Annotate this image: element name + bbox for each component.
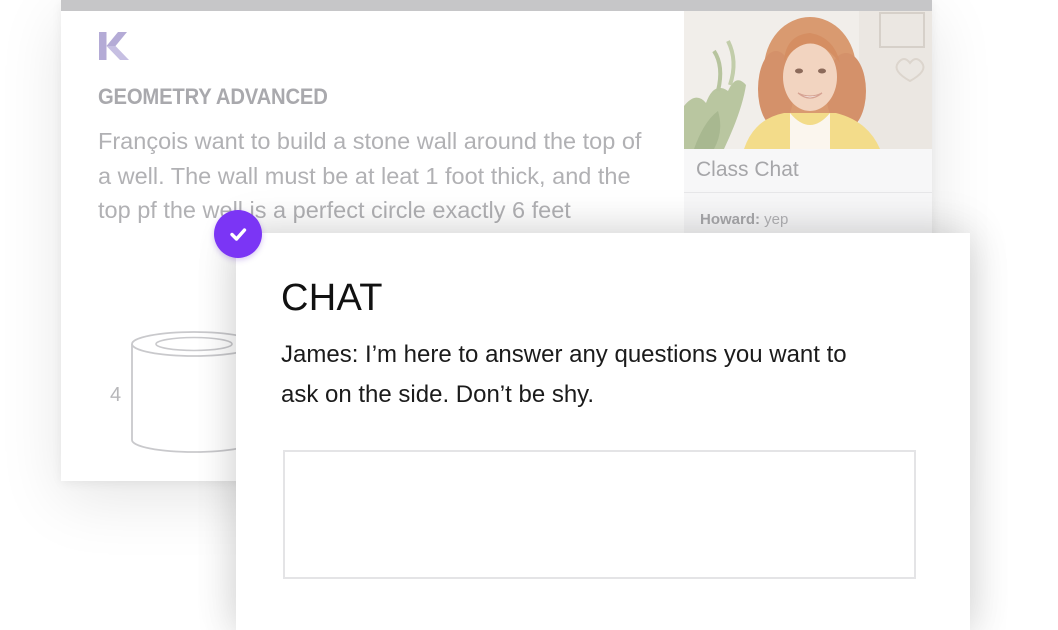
figure-dimension-label: 4 bbox=[110, 384, 122, 406]
lesson-problem-text: François want to build a stone wall arou… bbox=[98, 128, 642, 223]
lesson-top-bar bbox=[61, 0, 932, 11]
message-author: Howard: bbox=[700, 211, 760, 228]
chat-input[interactable] bbox=[283, 450, 916, 579]
teacher-video[interactable] bbox=[684, 11, 932, 149]
class-chat-message: Howard: yep bbox=[700, 211, 788, 228]
lesson-title: GEOMETRY ADVANCED bbox=[98, 84, 328, 109]
check-badge bbox=[214, 210, 262, 258]
message-text: yep bbox=[760, 211, 789, 228]
k-logo-icon bbox=[99, 32, 129, 60]
checkmark-icon bbox=[230, 228, 247, 241]
class-chat-title: Class Chat bbox=[696, 158, 799, 181]
stage: GEOMETRY ADVANCED François want to build… bbox=[0, 0, 1058, 630]
chat-title: CHAT bbox=[281, 277, 383, 319]
chat-message: James: I’m here to answer any questions … bbox=[281, 341, 847, 408]
divider bbox=[684, 192, 932, 193]
chat-panel: CHAT James: I’m here to answer any quest… bbox=[236, 233, 970, 630]
